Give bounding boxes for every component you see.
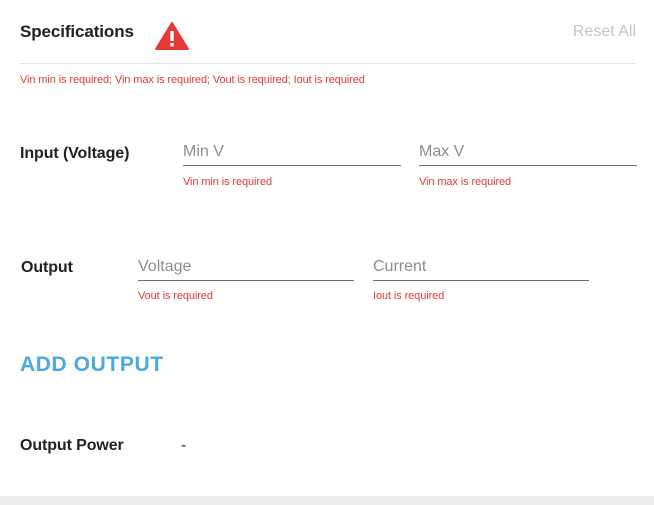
- output-power-label: Output Power: [20, 437, 124, 454]
- iout-input[interactable]: [373, 255, 589, 279]
- add-output-button[interactable]: ADD OUTPUT: [20, 353, 164, 377]
- vin-min-input[interactable]: [183, 140, 401, 164]
- vout-error: Vout is required: [138, 290, 213, 302]
- output-label: Output: [21, 259, 73, 276]
- vin-max-field[interactable]: [419, 140, 637, 166]
- vout-input[interactable]: [138, 255, 354, 279]
- specifications-card: Specifications Reset All Vin min is requ…: [0, 0, 654, 496]
- vout-field[interactable]: [138, 255, 354, 281]
- specifications-title: Specifications: [20, 22, 134, 41]
- input-voltage-label: Input (Voltage): [20, 145, 130, 162]
- vin-max-input[interactable]: [419, 140, 637, 164]
- warning-triangle-icon: [154, 21, 190, 51]
- iout-error: Iout is required: [373, 290, 445, 302]
- output-power-value: -: [181, 437, 187, 454]
- vin-min-field[interactable]: [183, 140, 401, 166]
- reset-all-button[interactable]: Reset All: [573, 23, 636, 41]
- vin-min-error: Vin min is required: [183, 176, 272, 188]
- error-summary: Vin min is required; Vin max is required…: [20, 74, 365, 86]
- vin-max-error: Vin max is required: [419, 176, 512, 188]
- iout-field[interactable]: [373, 255, 589, 281]
- header-divider: [19, 63, 636, 64]
